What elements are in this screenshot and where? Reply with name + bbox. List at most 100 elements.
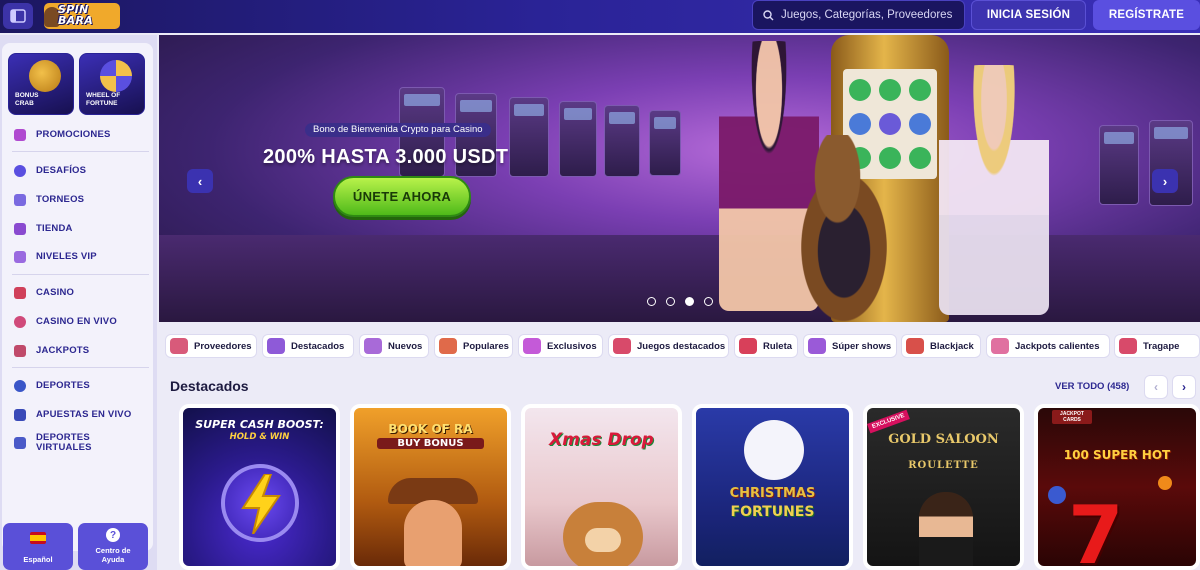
sidebar: BONUS CRAB WHEEL OF FORTUNE PROMOCIONES … [0,35,157,570]
slot-machine-illustration [1149,120,1193,206]
hot-pot-icon [991,338,1009,354]
join-now-button[interactable]: ÚNETE AHORA [333,176,471,217]
category-chip-nuevos[interactable]: Nuevos [359,334,429,358]
wheel-of-fortune-tile[interactable]: WHEEL OF FORTUNE [79,53,145,115]
cherry-icon [1048,486,1066,504]
search-input[interactable]: Juegos, Categorías, Proveedores [752,0,965,30]
wheel-icon [100,60,132,92]
category-chip-exclusivos[interactable]: Exclusivos [518,334,603,358]
category-chip-jackpots-calientes[interactable]: Jackpots calientes [986,334,1110,358]
game-card-book-of-ra[interactable]: BOOK OF RA BUY BONUS [350,404,511,570]
cards-icon [906,338,924,354]
sidebar-item-casino[interactable]: CASINO [14,287,149,299]
sidebar-toggle-button[interactable] [3,3,33,29]
sidebar-item-promociones[interactable]: PROMOCIONES [14,129,149,141]
game-card-christmas-fortunes[interactable]: CHRISTMAS FORTUNES [692,404,853,570]
view-all-link[interactable]: VER TODO (458) [1055,381,1129,392]
game-card-gold-saloon-roulette[interactable]: EXCLUSIVE GOLD SALOON ROULETTE [863,404,1024,570]
trophy-icon [14,194,26,206]
crown-icon [14,251,26,263]
dice-icon [14,345,26,357]
category-chip-ruleta[interactable]: Ruleta [734,334,798,358]
sidebar-item-desafios[interactable]: DESAFÍOS [14,165,149,177]
roulette-icon [739,338,757,354]
providers-icon [170,338,188,354]
store-icon [14,223,26,235]
category-chip-super-shows[interactable]: Súper shows [803,334,897,358]
register-button[interactable]: REGÍSTRATE [1093,0,1200,30]
ball-icon [14,380,26,392]
crab-icon [29,60,61,92]
bonus-crab-tile[interactable]: BONUS CRAB [8,53,74,115]
hero-prev-button[interactable]: ‹ [187,169,213,193]
sidebar-item-niveles-vip[interactable]: NIVELES VIP [14,251,149,263]
slot-machine-illustration [509,97,549,177]
virtual-icon [14,437,26,449]
language-label: Español [23,555,53,564]
chip-icon [14,316,26,328]
slot-icon [14,287,26,299]
category-chip-juegos-destacados[interactable]: Juegos destacados [608,334,729,358]
hero-badge: Bono de Bienvenida Crypto para Casino [305,123,491,137]
hero-banner[interactable]: Bono de Bienvenida Crypto para Casino 20… [159,35,1200,322]
top-header: SPIN BARA Juegos, Categorías, Proveedore… [0,0,1200,33]
microphone-icon [808,338,826,354]
divider [12,367,149,368]
slot-icon [1119,338,1137,354]
category-chip-destacados[interactable]: Destacados [262,334,354,358]
sidebar-toggle-icon [10,9,26,23]
sidebar-item-tienda[interactable]: TIENDA [14,223,149,235]
crown-icon [267,338,285,354]
carousel-dot[interactable] [647,297,656,306]
sidebar-item-deportes[interactable]: DEPORTES [14,380,149,392]
carousel-dot-active[interactable] [685,297,694,306]
category-chip-blackjack[interactable]: Blackjack [901,334,981,358]
sidebar-item-apuestas-en-vivo[interactable]: APUESTAS EN VIVO [14,409,149,421]
tile-label: WHEEL OF FORTUNE [86,92,121,107]
divider [12,274,149,275]
section-title: Destacados [170,378,249,394]
game-card-xmas-drop[interactable]: Xmas Drop [521,404,682,570]
game-card-100-super-hot[interactable]: JACKPOT CARDS 100 SUPER HOT 7 [1034,404,1200,570]
site-logo[interactable]: SPIN BARA [44,2,120,30]
search-icon [763,9,774,20]
sidebar-item-casino-en-vivo[interactable]: CASINO EN VIVO [14,316,149,328]
help-center-button[interactable]: ? Centro de Ayuda [78,523,148,570]
chevron-left-icon: ‹ [1154,380,1158,394]
character-illustration-right [939,65,1049,315]
fire-icon [439,338,457,354]
next-page-button[interactable]: › [1172,375,1196,399]
login-button[interactable]: INICIA SESIÓN [971,0,1086,30]
slot-machine-illustration [559,101,597,177]
sidebar-item-jackpots[interactable]: JACKPOTS [14,345,149,357]
sidebar-item-deportes-virtuales[interactable]: DEPORTES VIRTUALES [14,433,149,453]
carousel-dot[interactable] [666,297,675,306]
sidebar-item-torneos[interactable]: TORNEOS [14,194,149,206]
help-label: Centro de Ayuda [95,546,131,564]
game-card-super-cash-boost[interactable]: SUPER CASH BOOST: HOLD & WIN [179,404,340,570]
target-icon [14,165,26,177]
hero-title: 200% HASTA 3.000 USDT [263,146,509,168]
category-chip-populares[interactable]: Populares [434,334,513,358]
carousel-dots [647,297,713,306]
category-chip-proveedores[interactable]: Proveedores [165,334,257,358]
language-button[interactable]: Español [3,523,73,570]
help-icon: ? [106,528,120,542]
dealer-illustration [919,492,973,566]
divider [12,151,149,152]
category-chip-tragaperras[interactable]: Tragape [1114,334,1200,358]
lightning-bolt-icon [241,474,281,534]
lightning-icon [364,338,382,354]
spain-flag-icon [30,532,46,544]
carousel-dot[interactable] [704,297,713,306]
sidebar-panel: BONUS CRAB WHEEL OF FORTUNE PROMOCIONES … [2,43,153,551]
slot-machine-illustration [1099,125,1139,205]
chevron-right-icon: › [1162,173,1168,189]
jackpot-cards-badge: JACKPOT CARDS [1052,410,1092,424]
slot-machine-illustration [604,105,640,177]
gift-icon [14,129,26,141]
prev-page-button[interactable]: ‹ [1144,375,1168,399]
hero-next-button[interactable]: › [1152,169,1178,193]
live-icon [14,409,26,421]
category-bar: Proveedores Destacados Nuevos Populares … [159,322,1200,370]
